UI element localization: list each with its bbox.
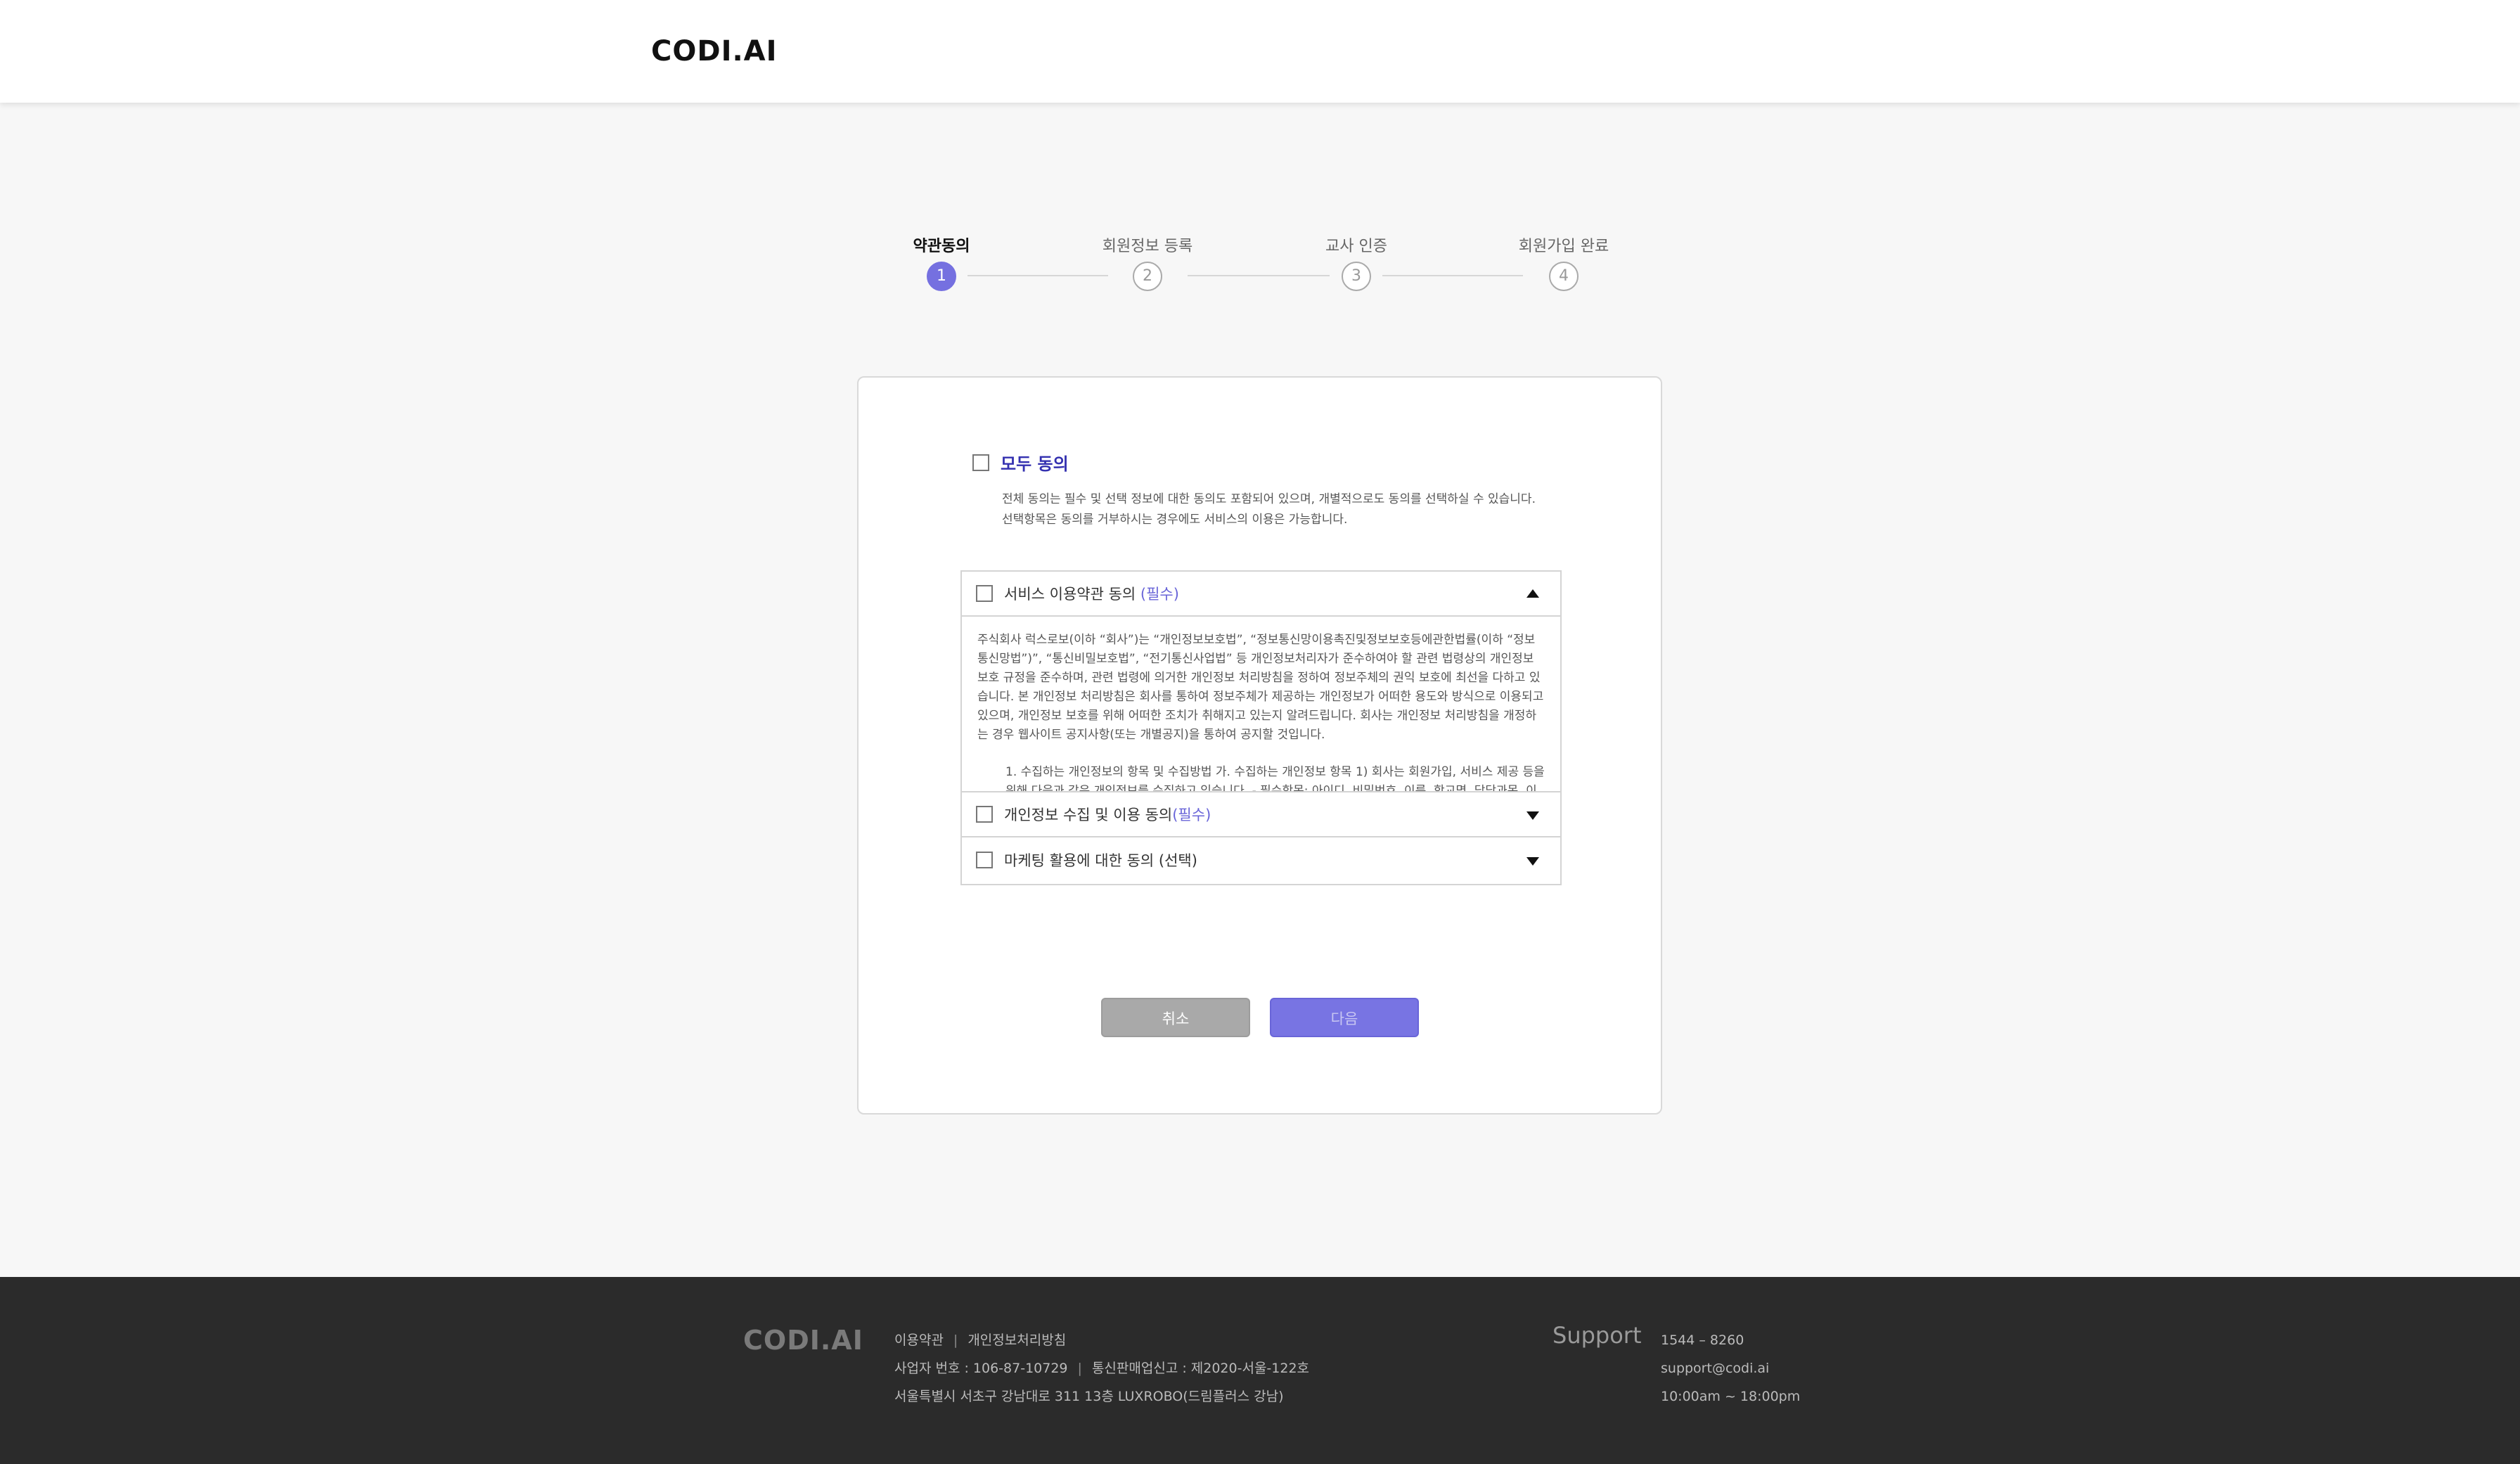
step-number: 4 <box>1549 262 1579 291</box>
expand-arrow-icon[interactable] <box>1526 857 1539 866</box>
required-tag: (필수) <box>1172 807 1211 823</box>
agree-all-checkbox[interactable] <box>972 454 989 471</box>
support-title: Support <box>1552 1322 1642 1349</box>
privacy-terms-checkbox[interactable] <box>976 806 993 823</box>
marketing-terms-checkbox[interactable] <box>976 852 993 868</box>
footer-link-terms[interactable]: 이용약관 <box>894 1333 944 1348</box>
service-terms-text: 서비스 이용약관 동의 <box>1004 586 1136 603</box>
footer-address: 서울특별시 서초구 강남대로 311 13층 LUXROBO(드림플러스 강남) <box>894 1389 1284 1404</box>
privacy-terms-label: 개인정보 수집 및 이용 동의(필수) <box>1004 804 1211 825</box>
agree-desc-line: 전체 동의는 필수 및 선택 정보에 대한 동의도 포함되어 있으며, 개별적으… <box>1002 492 1536 506</box>
agree-desc-line: 선택항목은 동의를 거부하시는 경우에도 서비스의 이용은 가능합니다. <box>1002 513 1348 527</box>
agree-all-description: 전체 동의는 필수 및 선택 정보에 대한 동의도 포함되어 있으며, 개별적으… <box>1002 489 1536 530</box>
next-button[interactable]: 다음 <box>1270 998 1419 1037</box>
support-phone: 1544 – 8260 <box>1661 1333 1744 1348</box>
privacy-terms-header[interactable]: 개인정보 수집 및 이용 동의(필수) <box>962 792 1560 837</box>
step-label: 회원정보 등록 <box>1102 238 1193 255</box>
agree-all-row[interactable]: 모두 동의 <box>972 450 1069 475</box>
step-label: 회원가입 완료 <box>1518 238 1609 255</box>
footer-biz-number: 사업자 번호 : 106-87-10729 <box>894 1361 1068 1376</box>
step-terms-agreement: 약관동의 1 <box>857 236 1026 291</box>
collapse-arrow-icon[interactable] <box>1526 589 1539 598</box>
service-terms-content[interactable]: 주식회사 럭스로보(이하 “회사”)는 “개인정보보호법”, “정보통신망이용촉… <box>962 617 1560 792</box>
footer-logo: CODI.AI <box>743 1325 863 1356</box>
terms-card: 모두 동의 전체 동의는 필수 및 선택 정보에 대한 동의도 포함되어 있으며… <box>857 376 1662 1115</box>
service-terms-checkbox[interactable] <box>976 585 993 602</box>
footer-link-privacy[interactable]: 개인정보처리방침 <box>968 1333 1066 1348</box>
step-teacher-verification: 교사 인증 3 <box>1272 236 1441 291</box>
support-hours: 10:00am ~ 18:00pm <box>1661 1389 1801 1404</box>
support-email[interactable]: support@codi.ai <box>1661 1354 1800 1382</box>
step-member-info: 회원정보 등록 2 <box>1063 236 1232 291</box>
terms-paragraph: 주식회사 럭스로보(이하 “회사”)는 “개인정보보호법”, “정보통신망이용촉… <box>977 633 1544 742</box>
agree-all-label[interactable]: 모두 동의 <box>1001 450 1069 475</box>
footer-ecommerce-number: 통신판매업신고 : 제2020-서울-122호 <box>1091 1361 1310 1376</box>
step-number: 2 <box>1133 262 1162 291</box>
service-terms-label: 서비스 이용약관 동의 (필수) <box>1004 583 1179 604</box>
terms-accordion: 서비스 이용약관 동의 (필수) 주식회사 럭스로보(이하 “회사”)는 “개인… <box>960 570 1562 885</box>
support-info: 1544 – 8260 support@codi.ai 10:00am ~ 18… <box>1661 1326 1800 1411</box>
expand-arrow-icon[interactable] <box>1526 811 1539 820</box>
logo[interactable]: CODI.AI <box>651 35 777 68</box>
privacy-terms-text: 개인정보 수집 및 이용 동의 <box>1004 807 1173 823</box>
service-terms-header[interactable]: 서비스 이용약관 동의 (필수) <box>962 572 1560 617</box>
step-label: 교사 인증 <box>1325 238 1387 255</box>
cancel-button[interactable]: 취소 <box>1101 998 1250 1037</box>
marketing-terms-label: 마케팅 활용에 대한 동의 (선택) <box>1004 852 1197 869</box>
step-signup-complete: 회원가입 완료 4 <box>1479 236 1648 291</box>
required-tag: (필수) <box>1140 586 1179 603</box>
step-number: 3 <box>1342 262 1371 291</box>
terms-item: 1. 수집하는 개인정보의 항목 및 수집방법 가. 수집하는 개인정보 항목 … <box>1005 765 1545 792</box>
footer-company-info: 이용약관 | 개인정보처리방침 사업자 번호 : 106-87-10729 | 통신판매… <box>894 1326 1309 1411</box>
header: CODI.AI <box>0 0 2520 103</box>
step-number: 1 <box>927 262 956 291</box>
footer: CODI.AI 이용약관 | 개인정보처리방침 사업자 번호 : 106-87-10… <box>0 1277 2520 1464</box>
marketing-terms-header[interactable]: 마케팅 활용에 대한 동의 (선택) <box>962 837 1560 882</box>
step-label: 약관동의 <box>913 238 970 255</box>
